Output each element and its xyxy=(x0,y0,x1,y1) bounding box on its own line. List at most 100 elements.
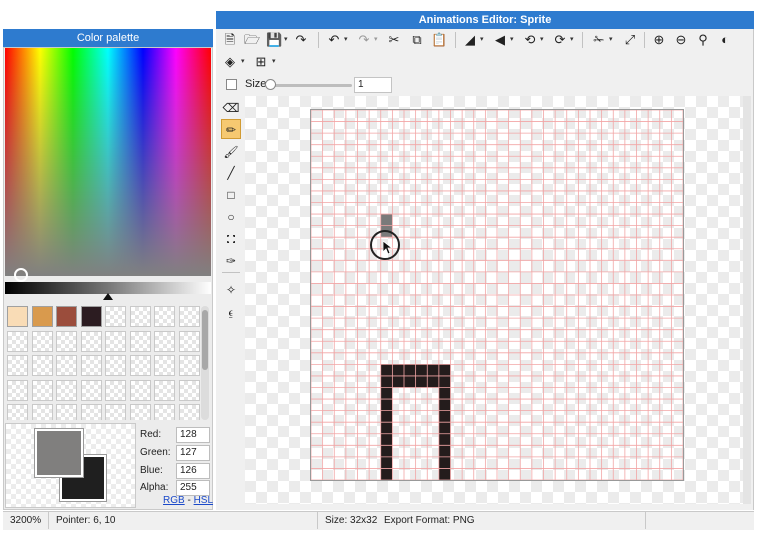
cut-icon[interactable]: ✂ xyxy=(386,32,402,48)
undo-dropdown-icon[interactable]: ▾ xyxy=(344,32,348,48)
red-input[interactable]: 128 xyxy=(176,427,210,443)
grid-dropdown-icon[interactable]: ▾ xyxy=(272,54,276,70)
empty-palette-swatch[interactable] xyxy=(105,330,126,352)
rotate-right-dropdown-icon[interactable]: ▾ xyxy=(570,32,574,48)
empty-palette-swatch[interactable] xyxy=(80,379,102,401)
brush-tool-button[interactable]: 🖌 xyxy=(221,141,241,161)
empty-palette-swatch[interactable] xyxy=(129,404,151,420)
rectangle-tool-button[interactable]: □ xyxy=(221,184,241,204)
hsl-mode-link[interactable]: HSL xyxy=(194,495,213,506)
empty-palette-swatch[interactable] xyxy=(129,330,151,352)
empty-palette-swatch[interactable] xyxy=(105,404,126,420)
empty-palette-swatch[interactable] xyxy=(80,330,102,352)
paste-icon[interactable]: 📋 xyxy=(431,32,447,48)
save-icon[interactable]: 💾 xyxy=(266,32,282,48)
bones-tool-button[interactable]: ⍷ xyxy=(221,301,241,321)
zoom-out-icon[interactable]: ⊖ xyxy=(673,32,689,48)
spectrum-picker-cursor[interactable] xyxy=(14,268,28,282)
zoom-in-icon[interactable]: ⊕ xyxy=(651,32,667,48)
crop-icon[interactable]: ✁ xyxy=(591,32,607,48)
flip-vertical-dropdown-icon[interactable]: ▾ xyxy=(510,32,514,48)
empty-palette-swatch[interactable] xyxy=(154,330,175,352)
rotate-left-icon[interactable]: ⟲ xyxy=(522,32,538,48)
empty-palette-swatch[interactable] xyxy=(31,330,53,352)
swatch-scrollbar-thumb[interactable] xyxy=(202,310,208,370)
grid-icon[interactable]: ⊞ xyxy=(253,54,269,70)
alpha-input[interactable]: 255 xyxy=(176,480,210,496)
empty-palette-swatch[interactable] xyxy=(105,355,126,376)
canvas-scrollbar[interactable] xyxy=(743,96,751,504)
size-slider-thumb[interactable] xyxy=(265,79,276,90)
empty-palette-swatch[interactable] xyxy=(105,379,126,401)
eyedropper-tool-button[interactable]: ✑ xyxy=(221,250,241,270)
empty-palette-swatch[interactable] xyxy=(56,379,77,401)
rgb-mode-link[interactable]: RGB xyxy=(163,495,185,506)
layers-dropdown-icon[interactable]: ▾ xyxy=(241,54,245,70)
empty-palette-swatch[interactable] xyxy=(80,355,102,376)
line-tool-button[interactable]: ╱ xyxy=(221,162,241,182)
empty-palette-swatch[interactable] xyxy=(178,404,200,420)
empty-palette-swatch[interactable] xyxy=(154,306,175,327)
rotate-right-icon[interactable]: ⟳ xyxy=(552,32,568,48)
resize-icon[interactable]: ⤢ xyxy=(622,32,638,48)
flip-horizontal-icon[interactable]: ◢ xyxy=(462,32,478,48)
empty-palette-swatch[interactable] xyxy=(31,355,53,376)
flip-horizontal-dropdown-icon[interactable]: ▾ xyxy=(480,32,484,48)
sprite-canvas[interactable] xyxy=(310,109,684,481)
empty-palette-swatch[interactable] xyxy=(31,379,53,401)
eraser-tool-button[interactable]: ⌫ xyxy=(221,97,241,117)
brightness-marker-icon[interactable] xyxy=(103,293,113,300)
blue-input[interactable]: 126 xyxy=(176,463,210,479)
palette-swatch[interactable] xyxy=(56,306,77,327)
empty-palette-swatch[interactable] xyxy=(178,306,200,327)
invert-icon[interactable]: ◐ xyxy=(717,32,733,48)
empty-palette-swatch[interactable] xyxy=(56,330,77,352)
color-spectrum[interactable] xyxy=(5,48,211,276)
zoom-fit-icon[interactable]: ⚲ xyxy=(695,32,711,48)
empty-palette-swatch[interactable] xyxy=(178,355,200,376)
empty-palette-swatch[interactable] xyxy=(129,379,151,401)
empty-palette-swatch[interactable] xyxy=(178,330,200,352)
pivot-tool-button[interactable]: ✧ xyxy=(221,279,241,299)
empty-palette-swatch[interactable] xyxy=(129,306,151,327)
empty-palette-swatch[interactable] xyxy=(7,404,28,420)
empty-palette-swatch[interactable] xyxy=(31,404,53,420)
empty-palette-swatch[interactable] xyxy=(129,355,151,376)
rotate-left-dropdown-icon[interactable]: ▾ xyxy=(540,32,544,48)
empty-palette-swatch[interactable] xyxy=(154,355,175,376)
size-input[interactable]: 1 xyxy=(354,77,392,93)
pencil-tool-button[interactable]: ✏ xyxy=(221,119,241,139)
copy-icon[interactable]: ⧉ xyxy=(409,32,425,48)
new-file-icon[interactable]: 🗎 xyxy=(222,32,238,48)
empty-palette-swatch[interactable] xyxy=(154,379,175,401)
empty-palette-swatch[interactable] xyxy=(105,306,126,327)
export-icon[interactable]: ↷ xyxy=(293,32,309,48)
fill-tool-button[interactable]: ⛚ xyxy=(221,228,241,248)
palette-swatch[interactable] xyxy=(7,306,28,327)
ellipse-tool-button[interactable]: ○ xyxy=(221,206,241,226)
palette-swatch[interactable] xyxy=(80,306,102,327)
flip-vertical-icon[interactable]: ◀ xyxy=(492,32,508,48)
redo-icon[interactable]: ↷ xyxy=(356,32,372,48)
save-dropdown-icon[interactable]: ▾ xyxy=(284,32,288,48)
undo-icon[interactable]: ↶ xyxy=(326,32,342,48)
layers-icon[interactable]: ◈ xyxy=(222,54,238,70)
ellipse-icon: ○ xyxy=(227,210,235,224)
redo-dropdown-icon[interactable]: ▾ xyxy=(374,32,378,48)
empty-palette-swatch[interactable] xyxy=(56,404,77,420)
empty-palette-swatch[interactable] xyxy=(80,404,102,420)
empty-palette-swatch[interactable] xyxy=(7,355,28,376)
size-checkbox[interactable] xyxy=(226,79,237,90)
palette-swatch[interactable] xyxy=(31,306,53,327)
primary-color-swatch[interactable] xyxy=(34,428,84,478)
green-input[interactable]: 127 xyxy=(176,445,210,461)
empty-palette-swatch[interactable] xyxy=(178,379,200,401)
size-slider[interactable] xyxy=(268,84,352,87)
open-folder-icon[interactable]: 🗁 xyxy=(243,32,261,48)
empty-palette-swatch[interactable] xyxy=(7,330,28,352)
empty-palette-swatch[interactable] xyxy=(154,404,175,420)
crop-dropdown-icon[interactable]: ▾ xyxy=(609,32,613,48)
pivot-icon: ✧ xyxy=(225,283,237,297)
empty-palette-swatch[interactable] xyxy=(56,355,77,376)
empty-palette-swatch[interactable] xyxy=(7,379,28,401)
